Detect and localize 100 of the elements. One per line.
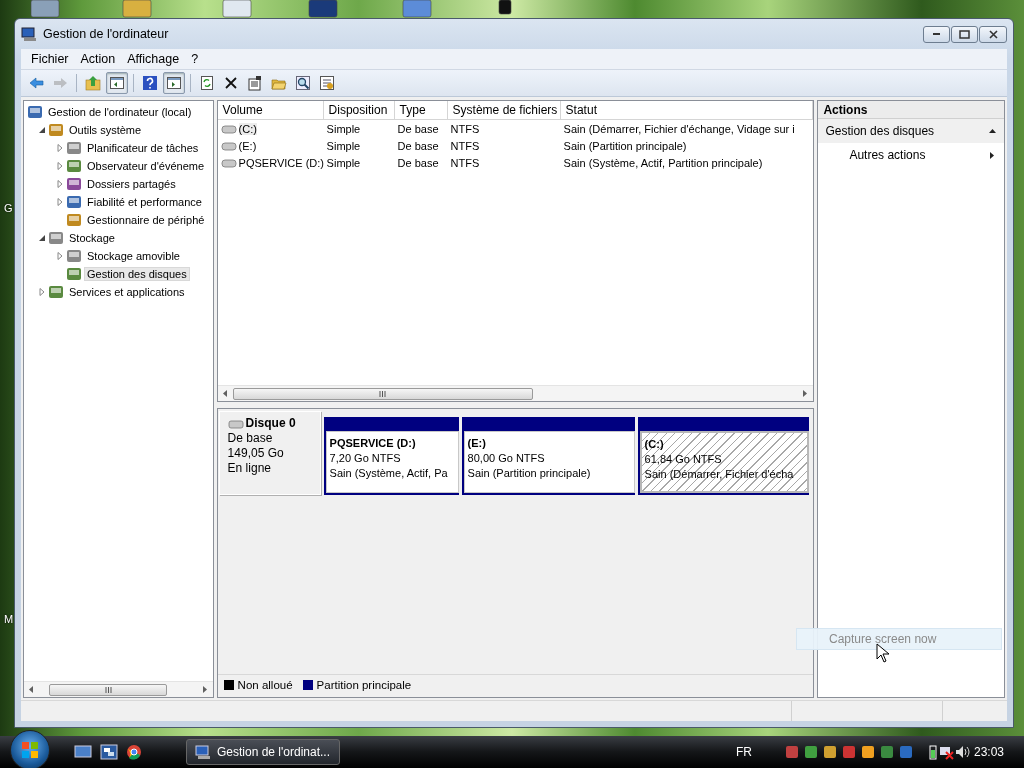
settings-icon bbox=[319, 75, 335, 91]
action-item[interactable]: Autres actions bbox=[818, 143, 1004, 167]
computer-icon bbox=[21, 26, 37, 42]
disk-status: En ligne bbox=[227, 461, 272, 476]
column-header[interactable]: Type bbox=[394, 101, 448, 119]
expand-arrow-icon[interactable] bbox=[56, 252, 64, 260]
scrollbar-thumb[interactable] bbox=[232, 387, 533, 400]
node-icon bbox=[66, 248, 82, 264]
taskbar-window-title: Gestion de l'ordinat... bbox=[217, 745, 331, 759]
menu-item[interactable]: ? bbox=[185, 52, 205, 66]
tree-item[interactable]: Services et applications bbox=[66, 285, 188, 299]
menu-item[interactable]: Action bbox=[74, 52, 122, 66]
scroll-right-icon[interactable] bbox=[200, 685, 210, 694]
desktop-icon-label[interactable]: M bbox=[4, 613, 14, 625]
tree-item[interactable]: Stockage bbox=[66, 231, 118, 245]
clock[interactable]: 23:03 bbox=[973, 745, 1004, 759]
partition-label: (E:) bbox=[467, 436, 487, 451]
collapse-arrow-icon[interactable] bbox=[38, 234, 46, 242]
tray-app-icon[interactable] bbox=[821, 744, 838, 760]
tree-item[interactable]: Planificateur de tâches bbox=[84, 141, 202, 155]
scroll-left-icon[interactable] bbox=[27, 685, 36, 694]
pane-title: Actions bbox=[818, 101, 1004, 119]
minimize-button[interactable] bbox=[923, 25, 950, 43]
help-icon bbox=[142, 75, 158, 91]
folder-up-icon bbox=[85, 75, 101, 91]
properties-icon bbox=[247, 75, 263, 91]
node-icon bbox=[48, 122, 64, 138]
expand-arrow-icon[interactable] bbox=[56, 180, 64, 188]
tree-item[interactable]: Outils système bbox=[66, 123, 145, 137]
menu-item[interactable]: Fichier bbox=[25, 52, 75, 66]
computer-icon bbox=[195, 744, 211, 760]
column-header[interactable]: Disposition bbox=[323, 101, 395, 119]
table-cell: Sain (Système, Actif, Partition principale) bbox=[563, 156, 763, 169]
partition-block[interactable]: (C:) 61,84 Go NTFS Sain (Démarrer, Fichier d'écha bbox=[637, 417, 809, 495]
table-cell[interactable]: PQSERVICE (D:) bbox=[238, 156, 324, 169]
partition-status: Sain (Démarrer, Fichier d'écha bbox=[644, 467, 794, 482]
node-icon bbox=[27, 104, 43, 120]
tray-app-icon[interactable] bbox=[802, 744, 819, 760]
table-cell[interactable]: (E:) bbox=[238, 139, 257, 152]
minimize-icon bbox=[933, 33, 940, 35]
partition-label: (C:) bbox=[644, 437, 665, 452]
maximize-button[interactable] bbox=[951, 25, 978, 43]
tray-app-icon[interactable] bbox=[878, 744, 895, 760]
table-cell: De base bbox=[397, 156, 439, 169]
column-header[interactable]: Volume bbox=[217, 101, 324, 119]
refresh-icon bbox=[199, 75, 215, 91]
disk-size: 149,05 Go bbox=[227, 446, 285, 461]
scroll-left-icon[interactable] bbox=[220, 389, 230, 398]
expand-arrow-icon[interactable] bbox=[38, 288, 46, 296]
expand-arrow-icon[interactable] bbox=[56, 162, 64, 170]
node-icon bbox=[48, 284, 64, 300]
toolbar-button[interactable] bbox=[163, 72, 185, 94]
network-disconnected-icon[interactable] bbox=[937, 744, 954, 760]
legend-label: Partition principale bbox=[316, 679, 412, 691]
table-cell[interactable]: (C:) bbox=[238, 122, 257, 135]
desktop-icon-label[interactable]: G bbox=[4, 202, 13, 214]
disk-info-panel[interactable]: Disque 0 De base 149,05 Go En ligne bbox=[218, 411, 321, 495]
tree-item[interactable]: Stockage amovible bbox=[84, 249, 183, 263]
show-desktop-icon[interactable] bbox=[74, 744, 92, 760]
expand-arrow-icon[interactable] bbox=[56, 198, 64, 206]
tree-item[interactable]: Gestionnaire de périphé bbox=[84, 213, 208, 227]
table-cell: Simple bbox=[326, 156, 361, 169]
partition-status: Sain (Partition principale) bbox=[467, 466, 591, 481]
tray-app-icon[interactable] bbox=[859, 744, 876, 760]
node-icon bbox=[66, 266, 82, 282]
table-cell: Sain (Partition principale) bbox=[563, 139, 687, 152]
browser-icon[interactable] bbox=[126, 744, 142, 760]
maximize-icon bbox=[958, 28, 971, 40]
back-arrow-icon bbox=[28, 75, 44, 91]
toolbar-button[interactable] bbox=[106, 72, 128, 94]
column-header[interactable]: Statut bbox=[560, 101, 814, 119]
tree-item[interactable]: Observateur d'événeme bbox=[84, 159, 208, 173]
tree-item[interactable]: Gestion des disques bbox=[84, 267, 190, 281]
battery-icon[interactable] bbox=[927, 744, 938, 760]
partition-status: Sain (Système, Actif, Pa bbox=[329, 466, 448, 481]
partition-block[interactable]: PQSERVICE (D:) 7,20 Go NTFS Sain (Système, Actif, Pa bbox=[323, 417, 459, 495]
window-switcher-icon[interactable] bbox=[100, 744, 118, 760]
tree-item[interactable]: Dossiers partagés bbox=[84, 177, 179, 191]
expand-arrow-icon[interactable] bbox=[56, 144, 64, 152]
tree-item[interactable]: Fiabilité et performance bbox=[84, 195, 205, 209]
scrollbar-thumb[interactable] bbox=[49, 683, 167, 696]
tray-app-icon[interactable] bbox=[840, 744, 857, 760]
desktop-shortcut-icon[interactable] bbox=[498, 0, 512, 18]
menu-item[interactable]: Affichage bbox=[121, 52, 186, 66]
volume-icon[interactable] bbox=[953, 744, 970, 760]
drive-icon bbox=[220, 140, 237, 151]
partition-block[interactable]: (E:) 80,00 Go NTFS Sain (Partition principale) bbox=[461, 417, 635, 495]
collapse-icon[interactable] bbox=[988, 126, 997, 136]
horizontal-scrollbar[interactable] bbox=[217, 385, 814, 401]
collapse-arrow-icon[interactable] bbox=[38, 126, 46, 134]
action-section-header[interactable]: Gestion des disques bbox=[818, 119, 1004, 143]
language-indicator[interactable]: FR bbox=[735, 745, 752, 759]
close-icon bbox=[986, 28, 1000, 40]
taskbar-window-button[interactable]: Gestion de l'ordinat... bbox=[186, 739, 340, 765]
start-button[interactable] bbox=[10, 730, 50, 768]
horizontal-scrollbar[interactable] bbox=[24, 681, 213, 697]
tree-item[interactable]: Gestion de l'ordinateur (local) bbox=[45, 105, 195, 119]
tray-app-icon[interactable] bbox=[783, 744, 800, 760]
close-button[interactable] bbox=[979, 25, 1007, 43]
column-header[interactable]: Système de fichiers bbox=[447, 101, 561, 119]
